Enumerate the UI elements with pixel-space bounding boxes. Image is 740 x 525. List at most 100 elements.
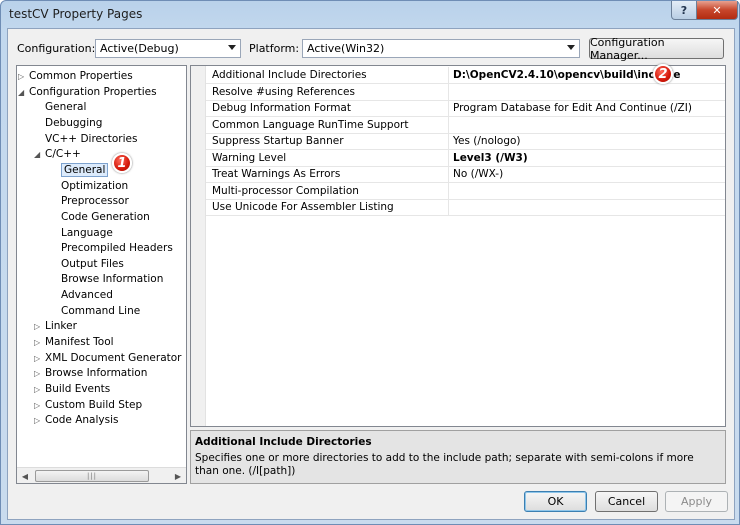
tree-item-label: Preprocessor <box>61 195 129 208</box>
tree-item-label: Optimization <box>61 179 129 192</box>
tree-item[interactable]: Preprocessor <box>61 194 129 209</box>
tree-item-label: General <box>61 162 109 177</box>
tree-item-label: Common Properties <box>29 70 133 82</box>
property-name: Debug Information Format <box>212 102 351 114</box>
tree-item-label: Advanced <box>61 289 113 302</box>
cancel-button[interactable]: Cancel <box>595 491 658 512</box>
grid-gutter <box>191 66 206 426</box>
tree-item[interactable]: General <box>45 100 86 115</box>
tree-item[interactable]: Build Events <box>45 382 110 397</box>
apply-button[interactable]: Apply <box>665 491 728 512</box>
tree-item[interactable]: Output Files <box>61 257 124 272</box>
configuration-manager-button[interactable]: Configuration Manager... <box>589 36 724 62</box>
property-row[interactable]: Treat Warnings As Errors No (/WX-) <box>206 166 725 183</box>
description-text: Specifies one or more directories to add… <box>195 452 694 477</box>
property-row[interactable]: Common Language RunTime Support <box>206 116 725 134</box>
tree-item-label: Configuration Properties <box>29 85 157 98</box>
property-name: Treat Warnings As Errors <box>212 168 341 180</box>
tree-item[interactable]: Configuration Properties <box>29 85 157 100</box>
tree-horizontal-scrollbar[interactable]: ◀ ||| ▶ <box>17 467 186 483</box>
window-title: testCV Property Pages <box>9 7 143 21</box>
tree-item[interactable]: VC++ Directories <box>45 132 137 147</box>
expand-arrow-icon[interactable]: ▷ <box>34 413 40 428</box>
property-pages-window: testCV Property Pages ? ✕ Configuration:… <box>0 0 740 525</box>
expand-arrow-icon[interactable]: ▷ <box>34 335 40 350</box>
tree-item[interactable]: Debugging <box>45 116 102 131</box>
property-grid[interactable]: Additional Include Directories D:\OpenCV2… <box>190 65 726 427</box>
tree-item-label: Output Files <box>61 257 124 270</box>
help-button[interactable]: ? <box>671 1 697 20</box>
expand-arrow-icon[interactable]: ▷ <box>34 398 40 413</box>
property-name: Suppress Startup Banner <box>212 135 344 147</box>
chevron-down-icon <box>228 45 236 50</box>
tree-item[interactable]: Browse Information <box>61 272 163 287</box>
collapse-arrow-icon[interactable]: ◢ <box>18 85 24 100</box>
platform-label: Platform: <box>249 42 300 55</box>
close-button[interactable]: ✕ <box>696 1 738 20</box>
tree-item[interactable]: Linker <box>45 319 77 334</box>
property-tree[interactable]: ▷ Common Properties ◢ Configuration Propert… <box>16 65 187 484</box>
tree-item-label: Precompiled Headers <box>61 242 173 255</box>
collapse-arrow-icon[interactable]: ◢ <box>34 147 40 162</box>
property-row[interactable]: Suppress Startup Banner Yes (/nologo) <box>206 133 725 150</box>
property-name: Use Unicode For Assembler Listing <box>212 201 394 213</box>
tree-item[interactable]: Code Analysis <box>45 413 118 428</box>
property-row[interactable]: Warning Level Level3 (/W3) <box>206 149 725 167</box>
property-row[interactable]: Use Unicode For Assembler Listing <box>206 199 725 216</box>
annotation-badge-2: 2 <box>653 64 673 84</box>
column-divider <box>448 116 449 133</box>
scroll-right-icon[interactable]: ▶ <box>170 468 186 483</box>
property-value[interactable]: Yes (/nologo) <box>453 135 521 147</box>
tree-item[interactable]: Command Line <box>61 304 140 319</box>
property-row[interactable]: Resolve #using References <box>206 83 725 101</box>
column-divider <box>448 149 449 166</box>
property-value[interactable]: Program Database for Edit And Continue (… <box>453 102 692 114</box>
tree-item-label: Code Analysis <box>45 414 119 427</box>
tree-item[interactable]: Language <box>61 226 113 241</box>
property-value[interactable]: No (/WX-) <box>453 168 503 180</box>
property-value[interactable]: D:\OpenCV2.4.10\opencv\build\include <box>453 69 680 81</box>
property-name: Resolve #using References <box>212 85 355 98</box>
scrollbar-thumb[interactable]: ||| <box>35 470 149 482</box>
column-divider <box>448 133 449 149</box>
expand-arrow-icon[interactable]: ▷ <box>34 319 40 334</box>
property-name: Additional Include Directories <box>212 69 367 81</box>
column-divider <box>448 199 449 215</box>
annotation-badge-1: 1 <box>112 153 132 173</box>
tree-item[interactable]: General <box>61 162 109 178</box>
tree-item[interactable]: C/C++ <box>45 147 81 162</box>
property-row[interactable]: Multi-processor Compilation <box>206 182 725 200</box>
expand-arrow-icon[interactable]: ▷ <box>34 351 40 366</box>
column-divider <box>448 67 449 83</box>
tree-item[interactable]: Code Generation <box>61 210 150 225</box>
column-divider <box>448 182 449 199</box>
tree-item-label: C/C++ <box>45 148 81 161</box>
tree-item[interactable]: Custom Build Step <box>45 398 142 413</box>
tree-item[interactable]: Optimization <box>61 179 128 194</box>
property-name: Warning Level <box>212 151 287 164</box>
expand-arrow-icon[interactable]: ▷ <box>34 382 40 397</box>
scroll-left-icon[interactable]: ◀ <box>17 468 33 483</box>
ok-button[interactable]: OK <box>524 491 587 512</box>
property-row[interactable]: Debug Information Format Program Database… <box>206 100 725 117</box>
configuration-dropdown[interactable]: Active(Debug) <box>95 39 241 58</box>
column-divider <box>448 100 449 116</box>
expand-arrow-icon[interactable]: ▷ <box>34 366 40 381</box>
column-divider <box>448 83 449 100</box>
property-value[interactable]: Level3 (/W3) <box>453 152 528 164</box>
tree-item[interactable]: XML Document Generator <box>45 351 182 366</box>
property-row[interactable]: Additional Include Directories D:\OpenCV2… <box>206 67 725 84</box>
expand-arrow-icon[interactable]: ▷ <box>18 69 24 84</box>
tree-item-label: Code Generation <box>61 210 150 223</box>
dialog-client-area: Configuration: Active(Debug) Platform: A… <box>7 28 735 520</box>
tree-item[interactable]: Precompiled Headers <box>61 241 173 256</box>
tree-item-label: Command Line <box>61 304 141 317</box>
tree-item[interactable]: Common Properties <box>29 69 133 84</box>
configuration-label: Configuration: <box>17 42 96 55</box>
platform-dropdown[interactable]: Active(Win32) <box>302 39 580 58</box>
tree-item[interactable]: Advanced <box>61 288 113 303</box>
tree-item[interactable]: Browse Information <box>45 366 147 381</box>
platform-value: Active(Win32) <box>307 42 385 55</box>
tree-item[interactable]: Manifest Tool <box>45 335 114 350</box>
tree-item-label: Debugging <box>45 116 103 129</box>
